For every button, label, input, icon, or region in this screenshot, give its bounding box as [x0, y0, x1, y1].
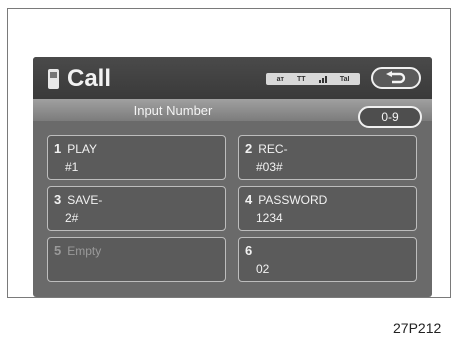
signal-icon [318, 75, 327, 83]
speed-dial-entry[interactable]: 1 PLAY #1 [47, 135, 226, 180]
entry-number: 1234 [256, 211, 283, 225]
speed-dial-entry[interactable]: 2 REC- #03# [238, 135, 417, 180]
entry-title: 6 [245, 243, 253, 258]
status-right: TaI [339, 75, 350, 83]
speed-dial-entry[interactable]: 3 SAVE- 2# [47, 186, 226, 231]
speed-dial-entry[interactable]: 6 02 [238, 237, 417, 282]
status-mid: ТТ [297, 75, 306, 83]
title-bar: Call ат ТТ TaI [33, 57, 432, 99]
speed-dial-entry[interactable]: 4 PASSWORD 1234 [238, 186, 417, 231]
input-number-label: Input Number [133, 103, 213, 118]
phone-icon [48, 69, 59, 89]
entry-number: 02 [256, 262, 270, 276]
entry-title: 3 SAVE- [54, 192, 103, 207]
entry-number: 2# [65, 211, 79, 225]
status-left: ат [276, 75, 284, 83]
back-arrow-icon [386, 71, 406, 84]
entry-title: 5 Empty [54, 243, 102, 258]
entry-number: #1 [65, 160, 79, 174]
status-indicator: ат ТТ TaI [266, 73, 360, 85]
back-button[interactable] [371, 67, 421, 89]
speed-dial-entry-empty[interactable]: 5 Empty [47, 237, 226, 282]
figure-reference-code: 27P212 [393, 320, 442, 336]
entry-number: #03# [256, 160, 283, 174]
call-screen: Call ат ТТ TaI Input Number 0-9 1 PLAY #1… [33, 57, 432, 297]
entry-title: 2 REC- [245, 141, 288, 156]
entry-title: 4 PASSWORD [245, 192, 328, 207]
entry-title: 1 PLAY [54, 141, 98, 156]
screen-title: Call [67, 65, 112, 92]
range-button[interactable]: 0-9 [358, 106, 422, 128]
